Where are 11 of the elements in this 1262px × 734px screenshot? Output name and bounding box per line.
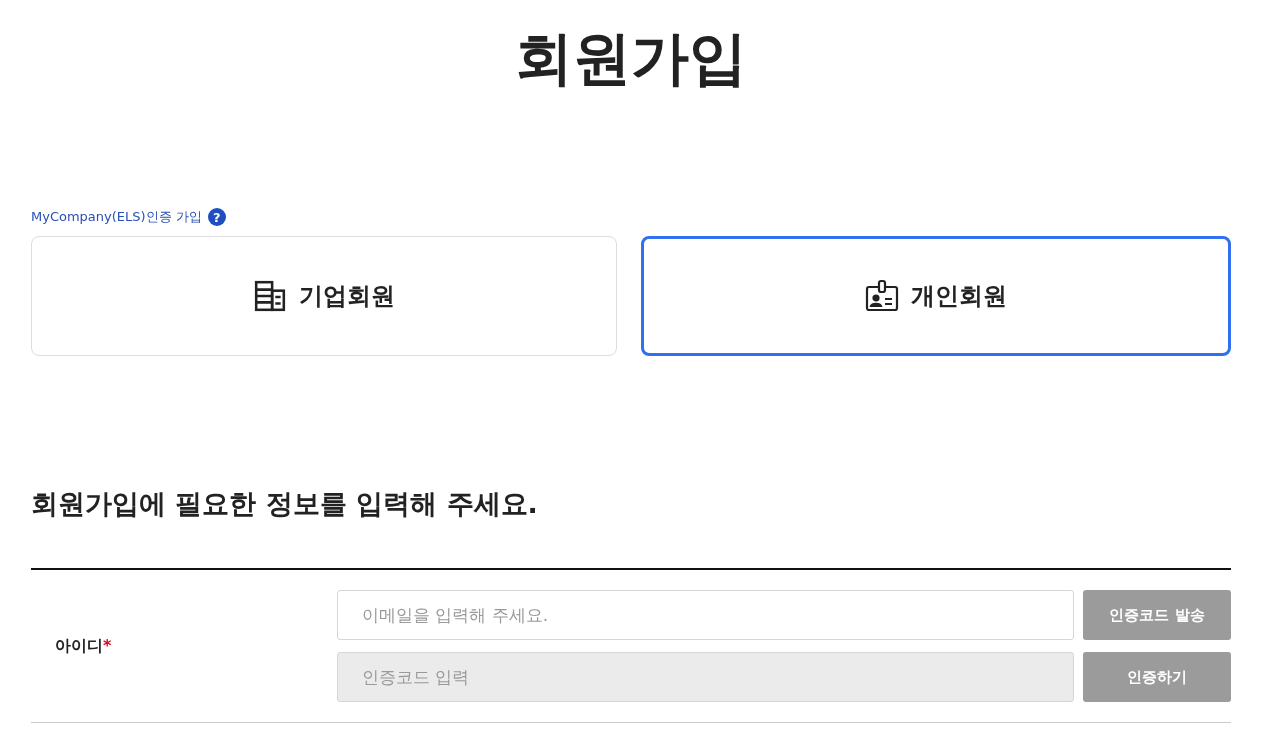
auth-label: MyCompany(ELS)인증 가입 <box>31 208 202 226</box>
building-icon <box>253 279 287 313</box>
field-label: 아이디 <box>55 635 103 655</box>
member-type-option[interactable]: 개인회원 <box>641 236 1231 356</box>
help-icon[interactable]: ? <box>207 208 226 226</box>
required-mark: * <box>103 635 112 655</box>
section-heading: 회원가입에 필요한 정보를 입력해 주세요. <box>31 487 539 521</box>
page-title: 회원가입 <box>514 23 748 94</box>
input-field[interactable]: 이메일을 입력해 주세요. <box>337 590 1074 640</box>
id-badge-icon <box>865 279 899 313</box>
member-type-option[interactable]: 기업회원 <box>31 236 617 356</box>
